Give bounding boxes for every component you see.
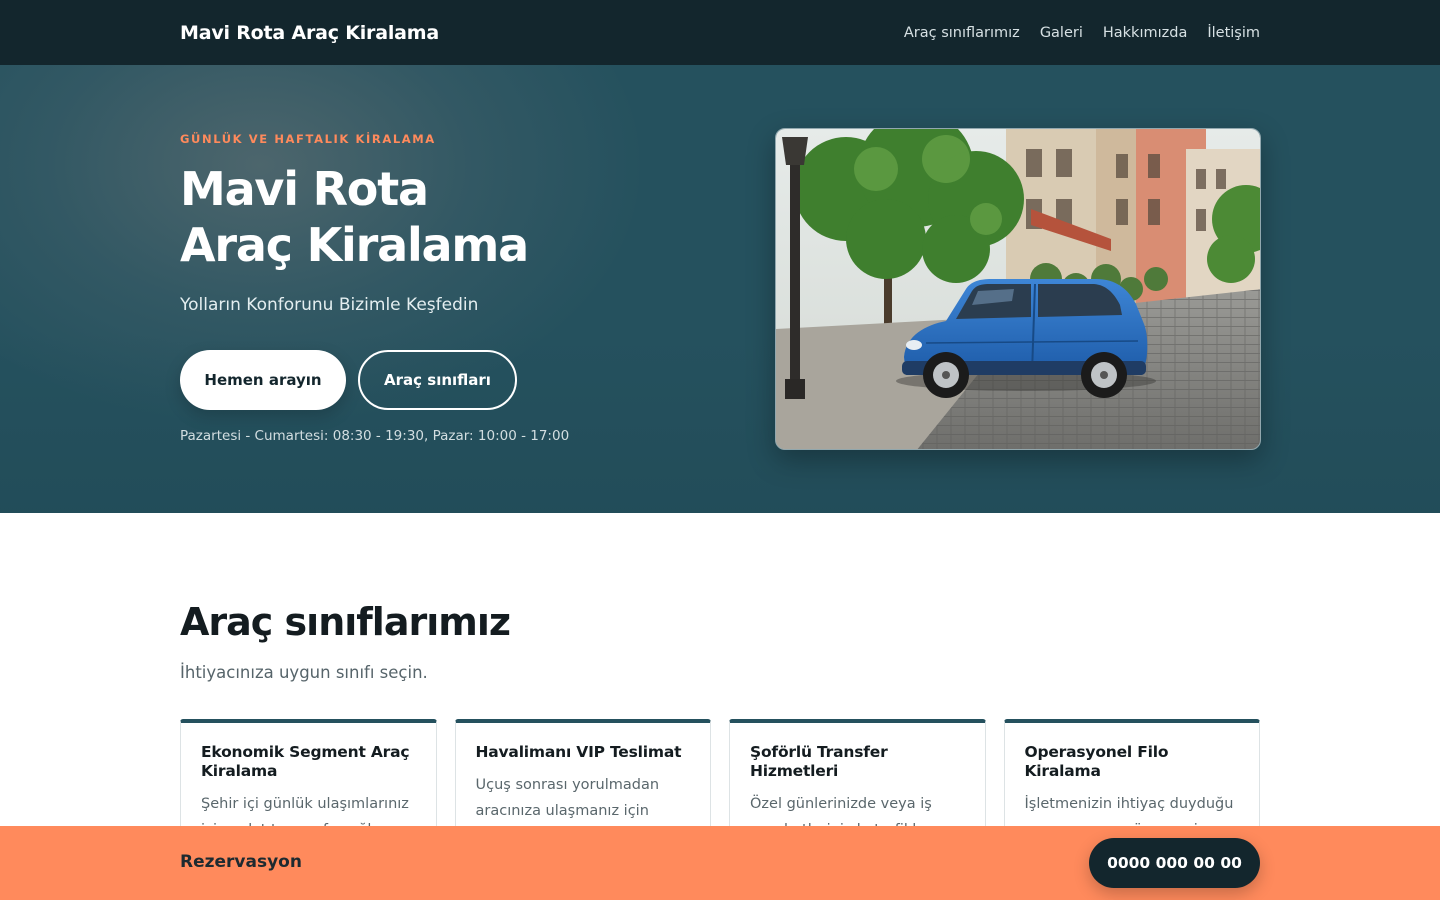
card-title: Operasyonel Filo Kiralama — [1024, 743, 1169, 780]
reservation-label: Rezervasyon — [180, 852, 302, 872]
card-text: Uçuş sonrası yorulmadan aracınıza ulaşma… — [475, 777, 660, 819]
call-now-button[interactable]: Hemen arayın — [180, 350, 346, 410]
classes-section-title: Araç sınıflarımız — [180, 600, 511, 644]
reservation-bar: Rezervasyon 0000 000 00 00 — [0, 826, 1440, 900]
card-title: Ekonomik Segment Araç Kiralama — [201, 743, 410, 780]
vehicle-classes-button[interactable]: Araç sınıfları — [358, 350, 517, 410]
nav-inner: Mavi Rota Araç Kiralama Araç sınıflarımı… — [180, 0, 1260, 65]
street-car-illustration — [776, 129, 1260, 449]
nav-link-galeri[interactable]: Galeri — [1040, 25, 1083, 41]
phone-call-button[interactable]: 0000 000 00 00 — [1089, 838, 1260, 888]
hero-section: GÜNLÜK VE HAFTALIK KİRALAMA Mavi Rota Ar… — [0, 65, 1440, 513]
hero-eyebrow: GÜNLÜK VE HAFTALIK KİRALAMA — [180, 132, 436, 146]
nav-links: Araç sınıflarımız Galeri Hakkımızda İlet… — [904, 25, 1260, 41]
brand-logo-link[interactable]: Mavi Rota Araç Kiralama — [180, 22, 439, 44]
card-title: Havalimanı VIP Teslimat — [475, 743, 682, 761]
hero-title-line-1: Mavi Rota — [180, 162, 429, 216]
nav-link-iletisim[interactable]: İletişim — [1207, 25, 1260, 41]
opening-hours: Pazartesi - Cumartesi: 08:30 - 19:30, Pa… — [180, 428, 570, 444]
nav-link-hakkimizda[interactable]: Hakkımızda — [1103, 25, 1187, 41]
classes-section-subtitle: İhtiyacınıza uygun sınıfı seçin. — [180, 663, 428, 682]
hero-title: Mavi Rota Araç Kiralama — [180, 161, 620, 273]
card-title: Şoförlü Transfer Hizmetleri — [750, 743, 888, 780]
top-nav: Mavi Rota Araç Kiralama Araç sınıflarımı… — [0, 0, 1440, 65]
hero-title-line-2: Araç Kiralama — [180, 218, 529, 272]
nav-link-arac-siniflari[interactable]: Araç sınıflarımız — [904, 25, 1020, 41]
hero-car-photo — [775, 128, 1261, 450]
hero-subtitle: Yolların Konforunu Bizimle Keşfedin — [180, 295, 479, 315]
